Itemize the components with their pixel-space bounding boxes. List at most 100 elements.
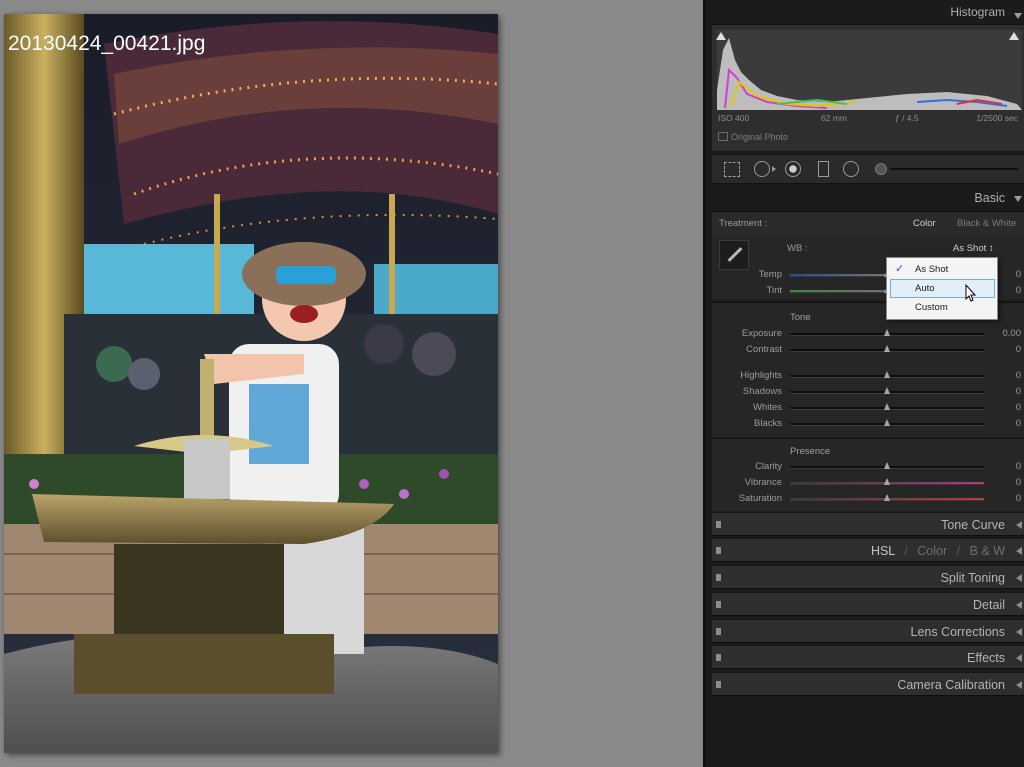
split-toning-label: Split Toning <box>940 571 1005 585</box>
lens-corrections-panel-header[interactable]: Lens Corrections <box>712 619 1024 643</box>
vibrance-slider[interactable] <box>790 478 984 485</box>
tool-strip <box>712 154 1024 184</box>
highlights-slider-knob[interactable] <box>884 371 890 378</box>
spot-removal-icon[interactable] <box>754 161 770 177</box>
expand-triangle-icon <box>1016 681 1022 689</box>
photo-preview[interactable] <box>4 14 498 753</box>
expand-triangle-icon <box>1016 521 1022 529</box>
histogram-header[interactable]: Histogram <box>712 5 1024 23</box>
basic-header[interactable]: Basic <box>712 191 1024 209</box>
highlights-slider[interactable] <box>790 371 984 378</box>
panel-switch-icon[interactable] <box>716 601 721 608</box>
tone-label: Tone <box>790 312 811 323</box>
contrast-slider[interactable] <box>790 345 984 352</box>
camera-calibration-panel-header[interactable]: Camera Calibration <box>712 672 1024 696</box>
panel-switch-icon[interactable] <box>716 574 721 581</box>
blacks-value[interactable]: 0 <box>984 418 1021 429</box>
treatment-row: Treatment : Color Black & White <box>712 211 1024 236</box>
wb-option-label: As Shot <box>915 264 949 275</box>
saturation-label: Saturation <box>738 493 782 504</box>
wb-label: WB : <box>787 243 808 254</box>
exposure-slider[interactable] <box>790 329 984 336</box>
vibrance-slider-knob[interactable] <box>884 478 890 485</box>
highlights-label: Highlights <box>740 370 782 381</box>
whites-slider[interactable] <box>790 403 984 410</box>
adjustment-brush-icon[interactable] <box>875 163 887 175</box>
crop-tool-icon[interactable] <box>724 162 740 177</box>
wb-dropdown[interactable]: As Shot ↕ <box>953 243 994 254</box>
image-filename: 20130424_00421.jpg <box>8 32 206 55</box>
whites-value[interactable]: 0 <box>984 402 1021 413</box>
histogram-graph[interactable] <box>717 30 1022 110</box>
red-eye-icon[interactable] <box>785 161 801 177</box>
panel-switch-icon[interactable] <box>716 628 721 635</box>
wb-dropdown-menu: ✓ As Shot Auto Custom <box>886 257 998 320</box>
panel-switch-icon[interactable] <box>716 681 721 688</box>
aperture-value: ƒ / 4.5 <box>895 113 919 123</box>
iso-value: ISO 400 <box>718 113 750 123</box>
collapse-triangle-icon <box>1014 13 1022 19</box>
basic-collapse-icon <box>1014 196 1022 202</box>
contrast-value[interactable]: 0 <box>984 344 1021 355</box>
brush-size-track[interactable] <box>890 168 1018 170</box>
expand-triangle-icon <box>1016 547 1022 555</box>
hsl-panel-header[interactable]: HSL / Color / B & W <box>712 538 1024 562</box>
checkbox-icon <box>718 132 728 141</box>
exposure-value[interactable]: 0.00 <box>984 328 1022 339</box>
blacks-slider-knob[interactable] <box>884 419 890 426</box>
highlights-value[interactable]: 0 <box>984 370 1021 381</box>
shadows-label: Shadows <box>742 386 782 397</box>
treatment-label: Treatment : <box>719 218 768 229</box>
exposure-slider-knob[interactable] <box>884 329 890 336</box>
tone-curve-panel-header[interactable]: Tone Curve <box>712 512 1024 536</box>
panel-switch-icon[interactable] <box>716 521 721 528</box>
panel-switch-icon[interactable] <box>716 547 721 554</box>
treatment-color-option[interactable]: Color <box>913 218 936 229</box>
expand-triangle-icon <box>1016 654 1022 662</box>
saturation-slider-knob[interactable] <box>884 494 890 501</box>
whites-label: Whites <box>752 402 782 413</box>
spot-removal-arrow-icon <box>772 166 776 172</box>
saturation-value[interactable]: 0 <box>984 493 1021 504</box>
expand-triangle-icon <box>1016 574 1022 582</box>
bw-tab[interactable]: B & W <box>970 544 1005 558</box>
hsl-separator: / <box>904 544 908 558</box>
effects-panel-header[interactable]: Effects <box>712 645 1024 669</box>
radial-filter-icon[interactable] <box>843 161 859 177</box>
saturation-slider[interactable] <box>790 494 984 501</box>
graduated-filter-icon[interactable] <box>818 161 829 177</box>
clarity-slider[interactable] <box>790 462 984 469</box>
original-photo-toggle[interactable]: Original Photo <box>718 132 788 142</box>
color-tab[interactable]: Color <box>917 544 947 558</box>
shadows-slider-knob[interactable] <box>884 387 890 394</box>
treatment-bw-option[interactable]: Black & White <box>957 218 1016 229</box>
photo-illustration <box>4 14 498 753</box>
clarity-value[interactable]: 0 <box>984 461 1021 472</box>
wb-option-as-shot[interactable]: ✓ As Shot <box>887 260 997 278</box>
shadows-slider[interactable] <box>790 387 984 394</box>
vibrance-value[interactable]: 0 <box>984 477 1021 488</box>
focal-length-value: 62 mm <box>821 113 847 123</box>
original-photo-label: Original Photo <box>731 132 789 142</box>
whites-slider-knob[interactable] <box>884 403 890 410</box>
camera-calibration-label: Camera Calibration <box>897 678 1005 692</box>
blacks-label: Blacks <box>754 418 782 429</box>
detail-panel-header[interactable]: Detail <box>712 592 1024 616</box>
blacks-slider[interactable] <box>790 419 984 426</box>
lens-corrections-label: Lens Corrections <box>910 625 1006 639</box>
detail-label: Detail <box>973 598 1005 612</box>
wb-option-auto[interactable]: Auto <box>890 279 995 298</box>
wb-option-custom[interactable]: Custom <box>887 298 997 316</box>
shutter-value: 1/2500 sec <box>976 113 1018 123</box>
tone-group: Tone Auto Exposure0.00Contrast0 Highligh… <box>712 302 1024 437</box>
eyedropper-icon[interactable] <box>719 240 749 270</box>
expand-triangle-icon <box>1016 601 1022 609</box>
split-toning-panel-header[interactable]: Split Toning <box>712 565 1024 589</box>
panel-switch-icon[interactable] <box>716 654 721 661</box>
contrast-slider-knob[interactable] <box>884 345 890 352</box>
vibrance-label: Vibrance <box>744 477 782 488</box>
clarity-slider-knob[interactable] <box>884 462 890 469</box>
hsl-tab-group: HSL / Color / B & W <box>871 544 1005 558</box>
shadows-value[interactable]: 0 <box>984 386 1021 397</box>
hsl-tab[interactable]: HSL <box>871 544 895 558</box>
